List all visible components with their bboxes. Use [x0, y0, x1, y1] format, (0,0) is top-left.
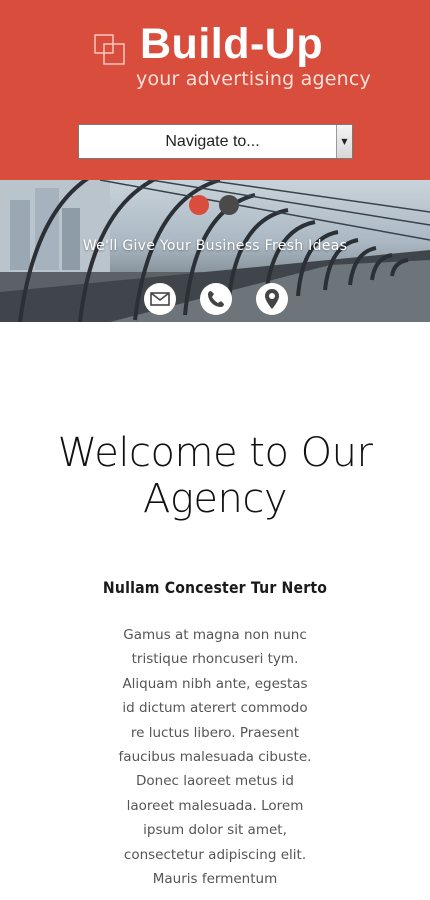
slide-dot-1[interactable] — [189, 195, 209, 215]
intro-paragraph: Gamus at magna non nunc tristique rhoncu… — [118, 627, 312, 888]
chevron-down-icon[interactable]: ▼ — [336, 125, 352, 158]
brand-name: Build-Up — [140, 20, 324, 68]
phone-icon[interactable] — [200, 283, 232, 315]
slider-pagination — [189, 195, 239, 215]
main-content: Welcome to Our Agency Nullam Concester T… — [0, 430, 430, 891]
hero-slider: We'll Give Your Business Fresh Ideas — [0, 180, 430, 322]
brand-tagline: your advertising agency — [136, 68, 371, 90]
map-pin-icon[interactable] — [256, 283, 288, 315]
contact-icons — [144, 283, 288, 315]
slide-dot-2[interactable] — [219, 195, 239, 215]
navigate-select[interactable]: Navigate to... ▼ — [78, 124, 353, 159]
welcome-heading: Welcome to Our Agency — [57, 430, 373, 522]
envelope-icon[interactable] — [144, 283, 176, 315]
section-subtitle: Nullam Concester Tur Nerto — [102, 578, 328, 597]
hero-caption: We'll Give Your Business Fresh Ideas — [82, 238, 348, 254]
site-header: Build-Up your advertising agency Navigat… — [0, 0, 430, 180]
overlapping-squares-icon — [94, 34, 125, 65]
site-logo[interactable]: Build-Up your advertising agency — [94, 20, 371, 104]
navigate-select-value: Navigate to... — [165, 132, 260, 150]
